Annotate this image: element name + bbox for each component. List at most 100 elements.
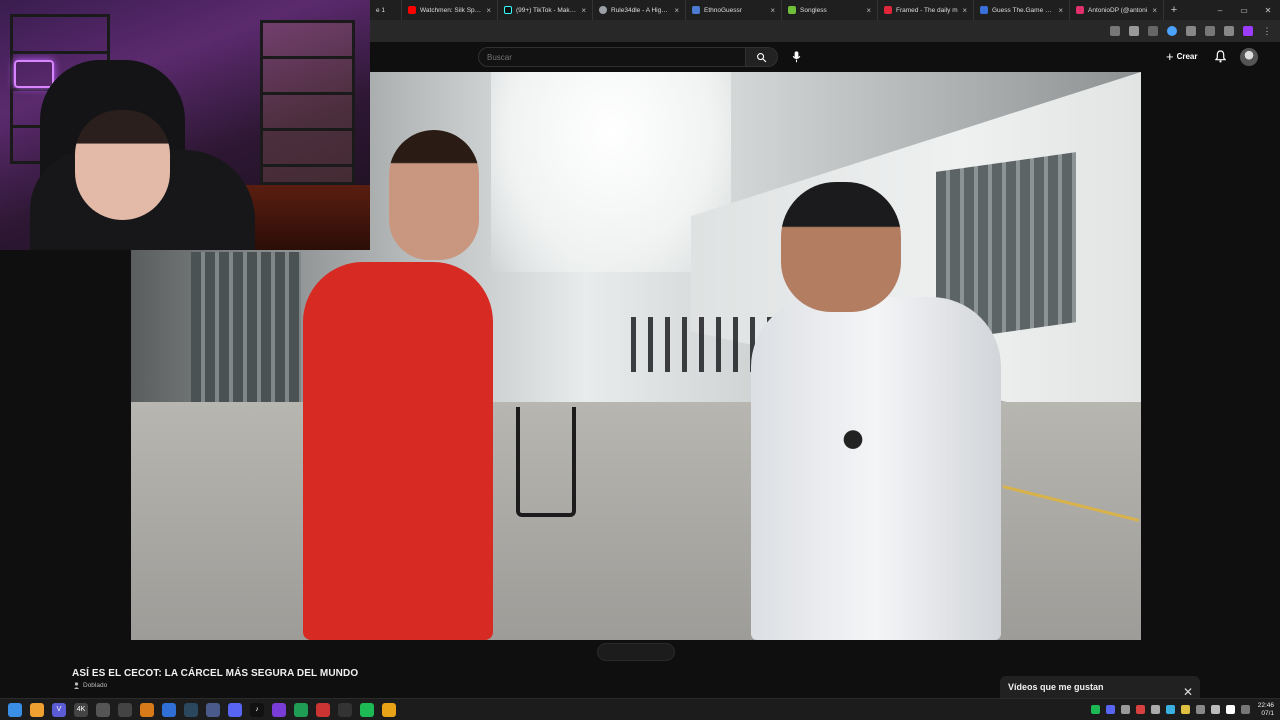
- tab-close-icon[interactable]: ×: [674, 6, 679, 15]
- extension-shield-icon[interactable]: [1167, 26, 1177, 36]
- browser-tab[interactable]: AntonioDP (@antoni ×: [1070, 0, 1164, 20]
- video-chair: [516, 407, 576, 517]
- new-tab-button[interactable]: +: [1164, 4, 1184, 16]
- search-icon: [757, 52, 767, 62]
- framed-favicon-icon: [884, 6, 892, 14]
- tray-icon[interactable]: [1195, 705, 1205, 714]
- tiktok-icon[interactable]: ♪: [250, 702, 264, 717]
- youtube-header: + Crear: [370, 42, 1280, 72]
- streamer-webcam: [0, 0, 370, 250]
- disk-icon[interactable]: [118, 702, 132, 717]
- browser-tab[interactable]: e 1: [370, 0, 402, 20]
- tray-icon[interactable]: [1090, 705, 1100, 714]
- browser-tab[interactable]: EthnoGuessr ×: [686, 0, 782, 20]
- vpn-icon[interactable]: V: [52, 702, 66, 717]
- window-controls: – ▭ ✕: [1208, 6, 1280, 15]
- tiktok-favicon-icon: [504, 6, 512, 14]
- dubbed-audio-icon: [74, 682, 79, 689]
- search-button[interactable]: [746, 47, 778, 67]
- editor-icon[interactable]: [272, 702, 286, 717]
- tray-icon[interactable]: [1150, 705, 1160, 714]
- tray-icon[interactable]: [1165, 705, 1175, 714]
- ethnoguessr-favicon-icon: [692, 6, 700, 14]
- search-input[interactable]: [478, 47, 746, 67]
- taskbar-apps: V 4K ♪: [0, 702, 396, 717]
- chat-icon[interactable]: [1224, 26, 1234, 36]
- tab-title: AntonioDP (@antoni: [1088, 6, 1148, 14]
- tab-close-icon[interactable]: ×: [1058, 6, 1063, 15]
- globe-favicon-icon: [599, 6, 607, 14]
- tab-title: Watchmen: Silk Spectr: [420, 6, 483, 14]
- video-title: ASÍ ES EL CECOT: LA CÁRCEL MÁS SEGURA DE…: [72, 668, 359, 679]
- shield-icon[interactable]: [140, 702, 154, 717]
- tab-close-icon[interactable]: ×: [866, 6, 871, 15]
- microphone-icon: [792, 51, 800, 63]
- tab-close-icon[interactable]: ×: [581, 6, 586, 15]
- side-panel-icon[interactable]: [1205, 26, 1215, 36]
- tab-close-icon[interactable]: ×: [486, 6, 491, 15]
- chrome-icon[interactable]: [382, 702, 396, 717]
- game-icon[interactable]: [206, 702, 220, 717]
- tab-title: Songless: [800, 6, 827, 14]
- browser-icon[interactable]: [162, 702, 176, 717]
- tab-close-icon[interactable]: ×: [1152, 6, 1157, 15]
- video-left-windows: [191, 252, 301, 412]
- maximize-button[interactable]: ▭: [1232, 6, 1256, 15]
- account-avatar[interactable]: [1240, 48, 1258, 66]
- tab-close-icon[interactable]: ×: [962, 6, 967, 15]
- spotify-icon[interactable]: [360, 702, 374, 717]
- youtube-favicon-icon: [408, 6, 416, 14]
- screen: e 1 Watchmen: Silk Spectr × (99+) TikTok…: [0, 0, 1280, 720]
- browser-tab[interactable]: Framed - The daily m ×: [878, 0, 974, 20]
- tray-icon[interactable]: [1225, 705, 1235, 714]
- video-shirt-logo: [831, 427, 875, 463]
- sheets-icon[interactable]: [294, 702, 308, 717]
- bookmark-star-icon[interactable]: [1129, 26, 1139, 36]
- browser-tab-strip: e 1 Watchmen: Silk Spectr × (99+) TikTok…: [370, 0, 1280, 20]
- menu-dots-icon[interactable]: ⋮: [1262, 26, 1272, 36]
- extensions-puzzle-icon[interactable]: [1186, 26, 1196, 36]
- browser-tab[interactable]: Rule34dle - A Higher o ×: [593, 0, 686, 20]
- webcam-shelf-right: [260, 20, 355, 185]
- steam-icon[interactable]: [184, 702, 198, 717]
- webcam-neon-sign: [14, 60, 54, 88]
- player-controls-pill[interactable]: [597, 643, 675, 661]
- bell-icon: [1214, 50, 1226, 63]
- browser-tab[interactable]: Watchmen: Silk Spectr ×: [402, 0, 498, 20]
- tray-icon[interactable]: [1240, 705, 1250, 714]
- browser-tab[interactable]: Guess The.Game #133 ×: [974, 0, 1070, 20]
- tray-icon[interactable]: [1105, 705, 1115, 714]
- clock-date: 07/1: [1261, 709, 1274, 717]
- media-icon[interactable]: [96, 702, 110, 717]
- tray-icon[interactable]: [1210, 705, 1220, 714]
- minimize-button[interactable]: –: [1208, 6, 1232, 15]
- refresh-icon[interactable]: [316, 702, 330, 717]
- video-person-red-shirt: [303, 262, 493, 640]
- search-icon[interactable]: [30, 702, 44, 717]
- tray-icon[interactable]: [1135, 705, 1145, 714]
- windows-start-icon[interactable]: [8, 702, 22, 717]
- tray-icon[interactable]: [1180, 705, 1190, 714]
- discord-icon[interactable]: [228, 702, 242, 717]
- voice-search-button[interactable]: [788, 48, 804, 66]
- tab-title: Guess The.Game #133: [992, 6, 1055, 14]
- profile-extension-icon[interactable]: [1243, 26, 1253, 36]
- create-label: Crear: [1176, 52, 1198, 61]
- notifications-button[interactable]: [1213, 49, 1227, 65]
- tray-icon[interactable]: [1120, 705, 1130, 714]
- browser-tab[interactable]: Songless ×: [782, 0, 878, 20]
- taskbar-clock[interactable]: 22:46 07/1: [1258, 702, 1274, 718]
- extension-link-icon[interactable]: [1148, 26, 1158, 36]
- video-person-cap-head: [781, 182, 901, 312]
- install-app-icon[interactable]: [1110, 26, 1120, 36]
- close-panel-button[interactable]: ✕: [1182, 686, 1194, 698]
- obs-icon[interactable]: [338, 702, 352, 717]
- close-window-button[interactable]: ✕: [1256, 6, 1280, 15]
- video-person-white-shirt: [751, 297, 1001, 640]
- browser-tab[interactable]: (99+) TikTok - Make Yo ×: [498, 0, 593, 20]
- create-button[interactable]: + Crear: [1166, 49, 1198, 64]
- app-4k-icon[interactable]: 4K: [74, 702, 88, 717]
- liked-videos-title: Vídeos que me gustan: [1008, 682, 1104, 692]
- audio-track-text: Doblado: [83, 682, 108, 689]
- tab-close-icon[interactable]: ×: [770, 6, 775, 15]
